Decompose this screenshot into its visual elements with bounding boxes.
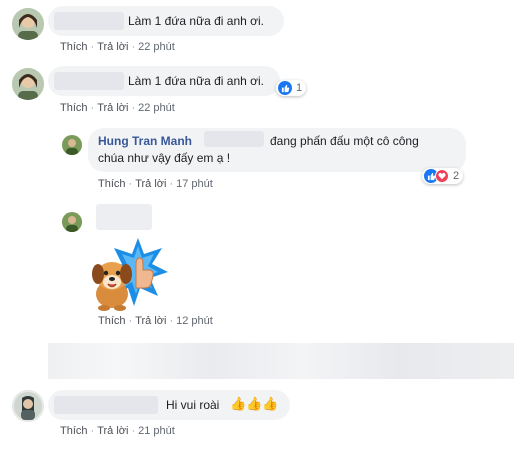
reply-actions: Thích · Trả lời · 17 phút [98, 178, 213, 190]
separator: · [131, 425, 136, 437]
like-icon [278, 81, 292, 95]
author-name-redacted [96, 204, 152, 230]
author-name[interactable]: Hung Tran Manh [98, 134, 192, 148]
separator: · [131, 41, 136, 53]
separator: · [169, 178, 174, 190]
author-name-redacted [54, 12, 124, 30]
separator: · [90, 41, 95, 53]
like-button[interactable]: Thích [60, 102, 88, 114]
love-icon [435, 169, 449, 183]
reply-bubble: Hung Tran Manh đang phấn đấu một cô công… [88, 128, 466, 172]
comment-bubble: Làm 1 đứa nữa đi anh ơi. [48, 6, 284, 36]
reaction-summary[interactable]: 1 [276, 80, 307, 96]
reply-button[interactable]: Trả lời [97, 102, 128, 114]
reaction-count: 2 [453, 170, 460, 182]
avatar[interactable] [12, 390, 44, 422]
comment-actions: Thích · Trả lời · 21 phút [60, 425, 175, 437]
comment-text: Làm 1 đứa nữa đi anh ơi. [128, 74, 265, 88]
comment-text: Làm 1 đứa nữa đi anh ơi. [128, 14, 265, 28]
reply-button[interactable]: Trả lời [97, 41, 128, 53]
timestamp[interactable]: 22 phút [138, 41, 175, 53]
like-button[interactable]: Thích [98, 178, 126, 190]
separator: · [131, 102, 136, 114]
avatar[interactable] [62, 135, 82, 155]
timestamp[interactable]: 22 phút [138, 102, 175, 114]
separator: · [169, 315, 174, 327]
timestamp[interactable]: 21 phút [138, 425, 175, 437]
comment-actions: Thích · Trả lời · 22 phút [60, 41, 175, 53]
comment-bubble: Làm 1 đứa nữa đi anh ơi. [48, 66, 280, 96]
avatar[interactable] [12, 68, 44, 100]
reply-text-line1: đang phấn đấu một cô công [270, 134, 419, 148]
avatar[interactable] [62, 212, 82, 232]
avatar[interactable] [12, 8, 44, 40]
reply-button[interactable]: Trả lời [97, 425, 128, 437]
comment-actions: Thích · Trả lời · 22 phút [60, 102, 175, 114]
author-name-redacted [204, 131, 264, 147]
separator: · [128, 178, 133, 190]
timestamp[interactable]: 17 phút [176, 178, 213, 190]
reaction-count: 1 [296, 82, 303, 94]
like-button[interactable]: Thích [98, 315, 126, 327]
reply-button[interactable]: Trả lời [135, 178, 166, 190]
like-button[interactable]: Thích [60, 41, 88, 53]
reply-actions: Thích · Trả lời · 12 phút [98, 315, 213, 327]
author-name-redacted [54, 396, 158, 414]
separator: · [90, 425, 95, 437]
separator: · [128, 315, 133, 327]
dog-thumbs-up-sticker[interactable] [86, 236, 168, 312]
separator: · [90, 102, 95, 114]
timestamp[interactable]: 12 phút [176, 315, 213, 327]
blurred-content-strip [48, 343, 514, 379]
comment-text: Hi vui roài [166, 398, 220, 412]
like-button[interactable]: Thích [60, 425, 88, 437]
comment-bubble: Hi vui roài 👍👍👍 [48, 390, 290, 420]
author-name-redacted [54, 72, 124, 90]
thumbs-up-emoji: 👍👍👍 [230, 396, 279, 411]
reply-button[interactable]: Trả lời [135, 315, 166, 327]
reaction-summary[interactable]: 2 [422, 168, 464, 184]
reply-text-line2: chúa như vậy đấy em ạ ! [98, 151, 231, 165]
